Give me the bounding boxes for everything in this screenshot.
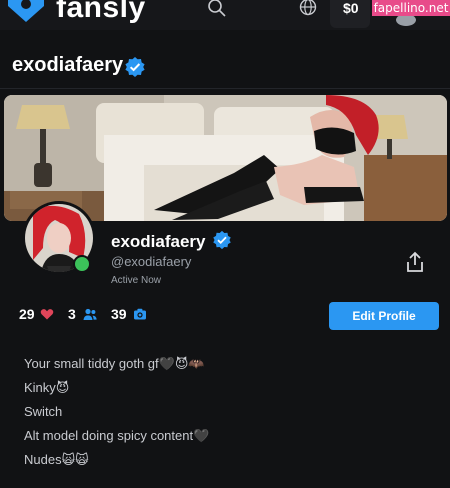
bio-text: Alt model doing spicy content (24, 428, 194, 443)
globe-icon[interactable] (297, 0, 319, 20)
wallet-balance: $0 (343, 0, 359, 16)
online-indicator (73, 255, 91, 273)
media-count: 39 (111, 306, 127, 322)
bio-text: Kinky (24, 380, 56, 395)
bio-line: Switch (24, 404, 62, 419)
heart-icon (40, 309, 54, 320)
watermark-badge: fapellino.net (372, 0, 450, 16)
username-handle: @exodiafaery (111, 254, 192, 269)
brand-name[interactable]: fansly (56, 0, 146, 25)
users-icon (83, 308, 97, 320)
subscribers-count: 3 (68, 306, 76, 322)
bio-text: Your small tiddy goth gf (24, 356, 159, 371)
likes-count: 29 (19, 306, 35, 322)
bio-emoji: 🙀🙀 (61, 452, 89, 467)
bio-line: Kinky😈 (24, 380, 69, 396)
search-icon[interactable] (206, 0, 228, 20)
bio-emoji: 😈 (55, 380, 70, 395)
bio-line: Alt model doing spicy content🖤 (24, 428, 209, 444)
bio-emoji: 🖤 (193, 428, 210, 443)
status-text: Active Now (111, 275, 162, 286)
bio-text: Switch (24, 404, 63, 419)
bio-line: Your small tiddy goth gf🖤😈🦇 (24, 356, 205, 372)
verified-badge-icon (125, 57, 145, 77)
bio-emoji: 🖤😈🦇 (158, 356, 205, 371)
camera-icon (134, 308, 146, 320)
display-name: exodiafaery (111, 232, 206, 251)
verified-badge-icon (213, 230, 231, 250)
share-icon[interactable] (403, 250, 427, 274)
page-title: exodiafaery (12, 54, 124, 76)
bio-line: Nudes🙀🙀 (24, 452, 89, 468)
bio-text: Nudes (24, 452, 62, 467)
profile-header-bar: exodiafaery (0, 42, 450, 89)
edit-profile-button[interactable]: Edit Profile (329, 302, 439, 330)
fansly-logo-icon[interactable] (4, 0, 48, 22)
